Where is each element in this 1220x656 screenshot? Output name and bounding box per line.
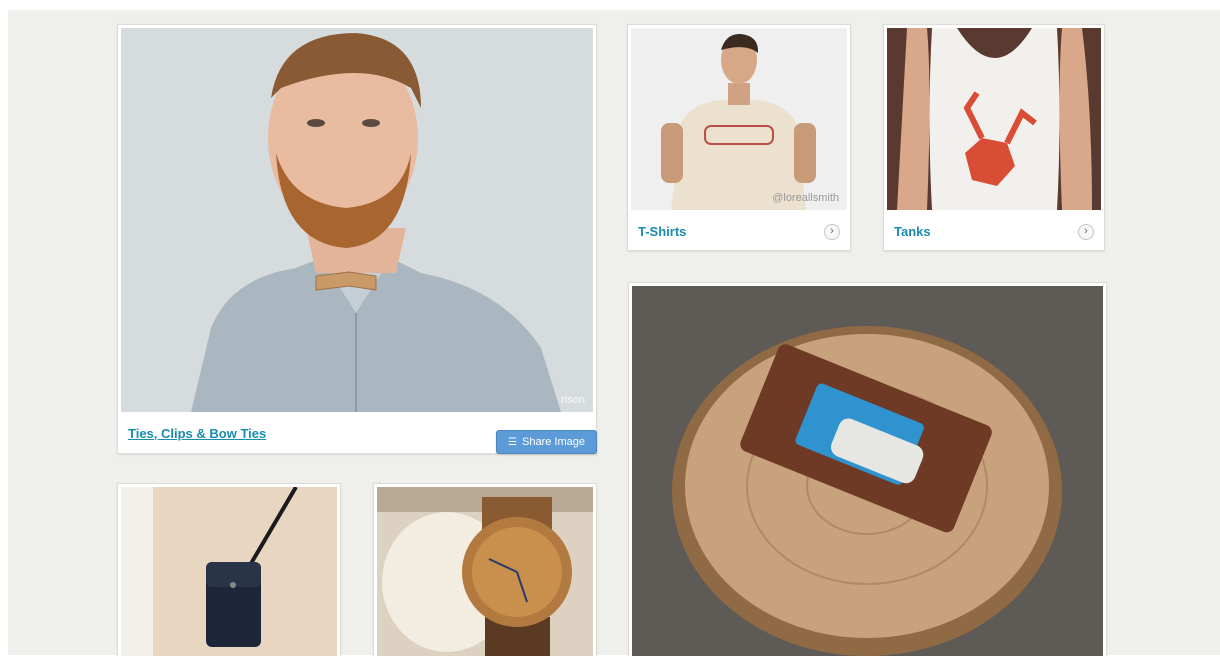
photo-tank-top[interactable] [887,28,1101,210]
card-tanks[interactable]: Tanks › [883,24,1105,251]
card-wallet[interactable] [628,282,1107,656]
card-caption: Tanks › [884,213,1104,250]
card-wooden-watch[interactable] [373,483,597,656]
photo-credit: rison [561,394,585,406]
card-crossbody-bag[interactable] [117,483,341,656]
chevron-right-icon[interactable]: › [1078,223,1094,240]
photo-t-shirt-man[interactable]: @loreallsmith [631,28,847,210]
card-t-shirts[interactable]: @loreallsmith T-Shirts › [627,24,851,251]
card-ties-clips-bow-ties[interactable]: rison Ties, Clips & Bow Ties [117,24,597,454]
category-link-ties[interactable]: Ties, Clips & Bow Ties [128,426,266,441]
photo-crossbody-bag[interactable] [121,487,337,656]
photo-credit: @loreallsmith [772,192,839,204]
photo-wooden-watch[interactable] [377,487,593,656]
share-image-button[interactable]: ☰ Share Image [496,430,597,454]
photo-leather-wallet[interactable] [632,286,1103,656]
category-link-t-shirts[interactable]: T-Shirts [638,224,686,239]
card-caption: T-Shirts › [628,213,850,250]
category-link-tanks[interactable]: Tanks [894,224,931,239]
share-icon: ☰ [508,436,517,448]
chevron-right-icon[interactable]: › [824,223,840,240]
photo-bow-tie-man[interactable]: rison [121,28,593,412]
share-image-label: Share Image [521,436,585,448]
